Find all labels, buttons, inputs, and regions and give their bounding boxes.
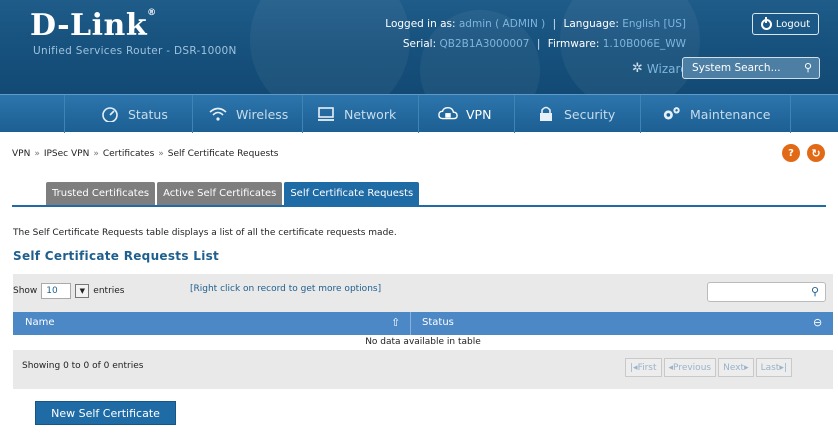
nav-item-status[interactable]: Status (100, 95, 168, 133)
logout-label: Logout (775, 18, 811, 30)
new-self-certificate-button[interactable]: New Self Certificate (35, 401, 176, 425)
pager-last-button[interactable]: Last ▸| (755, 358, 792, 377)
firmware-label: Firmware: (547, 38, 600, 50)
wireless-icon (208, 105, 228, 123)
column-status-header[interactable]: Status (422, 317, 454, 328)
breadcrumb-item[interactable]: Certificates (103, 149, 154, 159)
header-banner: D-Link® Unified Services Router - DSR-10… (0, 0, 838, 94)
nav-label: VPN (466, 106, 492, 122)
breadcrumb: VPN» IPSec VPN» Certificates» Self Certific… (12, 149, 279, 159)
product-subtitle: Unified Services Router - DSR-1000N (33, 45, 237, 57)
system-search-input[interactable]: System Search... ⚲ (682, 57, 820, 79)
tab-trusted-certificates[interactable]: Trusted Certificates (46, 182, 156, 205)
firmware-value: 1.10B006E_WW (602, 38, 686, 50)
tab-active-self-certificates[interactable]: Active Self Certificates (157, 182, 283, 205)
page-description: The Self Certificate Requests table disp… (13, 228, 397, 238)
serial-value: QB2B1A3000007 (439, 38, 530, 50)
logout-button[interactable]: Logout (752, 13, 819, 35)
nav-item-wireless[interactable]: Wireless (208, 95, 288, 133)
logged-in-label: Logged in as: (385, 18, 456, 30)
refresh-icon[interactable]: ↻ (807, 144, 825, 162)
nav-divider (302, 95, 303, 133)
tab-underline (12, 205, 826, 207)
login-info: Logged in as: admin ( ADMIN ) | Language… (385, 18, 686, 30)
gears-icon (662, 105, 682, 123)
device-info: Serial: QB2B1A3000007 | Firmware: 1.10B0… (402, 38, 686, 50)
logged-in-user: admin ( ADMIN ) (458, 18, 546, 30)
nav-divider (640, 95, 641, 133)
lock-icon (536, 105, 556, 123)
dropdown-arrow-icon[interactable]: ▼ (75, 284, 90, 298)
help-icon[interactable]: ? (782, 144, 800, 162)
column-divider (410, 312, 411, 335)
nav-divider (790, 95, 791, 133)
sort-icon[interactable]: ⊖ (813, 316, 827, 330)
header-decoration (250, 0, 410, 94)
dlink-logo: D-Link® (30, 8, 157, 43)
nav-divider (192, 95, 193, 133)
power-icon (760, 16, 772, 30)
nav-divider (418, 95, 419, 133)
show-label: Show (13, 286, 38, 296)
nav-divider (64, 95, 65, 133)
entries-label: entries (93, 286, 125, 296)
nav-divider (514, 95, 515, 133)
nav-label: Security (564, 106, 616, 122)
table-search-input[interactable]: ⚲ (707, 282, 826, 302)
search-icon: ⚲ (803, 61, 812, 74)
pager-first-button[interactable]: |◂ First (625, 358, 662, 377)
breadcrumb-current: Self Certificate Requests (167, 149, 279, 159)
nav-label: Network (344, 106, 397, 122)
table-header: Name ⇧ Status ⊖ (13, 312, 833, 335)
entries-length-control: Show 10 ▼ entries (13, 283, 125, 299)
pager-previous-button[interactable]: ◂ Previous (663, 358, 717, 377)
certificate-tabs: Trusted Certificates Active Self Certifi… (46, 182, 420, 205)
status-gauge-icon (100, 105, 120, 123)
search-icon: ⚲ (810, 285, 819, 298)
nav-item-network[interactable]: Network (316, 95, 396, 133)
serial-label: Serial: (402, 38, 437, 50)
wizard-link[interactable]: ✲ Wizard (632, 61, 688, 76)
tab-self-certificate-requests[interactable]: Self Certificate Requests (284, 182, 420, 205)
language-value[interactable]: English [US] (622, 18, 686, 30)
sort-ascending-icon[interactable]: ⇧ (391, 316, 405, 330)
list-title: Self Certificate Requests List (13, 249, 220, 263)
nav-item-security[interactable]: Security (536, 95, 615, 133)
main-nav: Status Wireless Network VPN Security Mai… (0, 94, 838, 133)
nav-item-maintenance[interactable]: Maintenance (662, 95, 771, 133)
system-search-placeholder: System Search... (692, 62, 781, 74)
breadcrumb-item[interactable]: IPSec VPN (44, 149, 89, 159)
breadcrumb-item[interactable]: VPN (12, 149, 30, 159)
right-click-hint: [Right click on record to get more optio… (190, 284, 382, 294)
nav-label: Status (128, 106, 168, 122)
nav-label: Wireless (236, 106, 289, 122)
table-info: Showing 0 to 0 of 0 entries (22, 361, 144, 371)
nav-item-vpn[interactable]: VPN (438, 95, 491, 133)
nav-label: Maintenance (690, 106, 771, 122)
network-monitor-icon (316, 105, 336, 123)
column-name-header[interactable]: Name (25, 317, 55, 328)
vpn-cloud-lock-icon (438, 105, 458, 123)
language-label: Language: (563, 18, 619, 30)
entries-select[interactable]: 10 (41, 283, 72, 299)
wizard-wand-icon: ✲ (632, 61, 643, 76)
pager-next-button[interactable]: Next ▸ (718, 358, 754, 377)
pagination: |◂ First ◂ Previous Next ▸ Last ▸| (625, 358, 792, 377)
empty-table-row: No data available in table (13, 335, 833, 350)
